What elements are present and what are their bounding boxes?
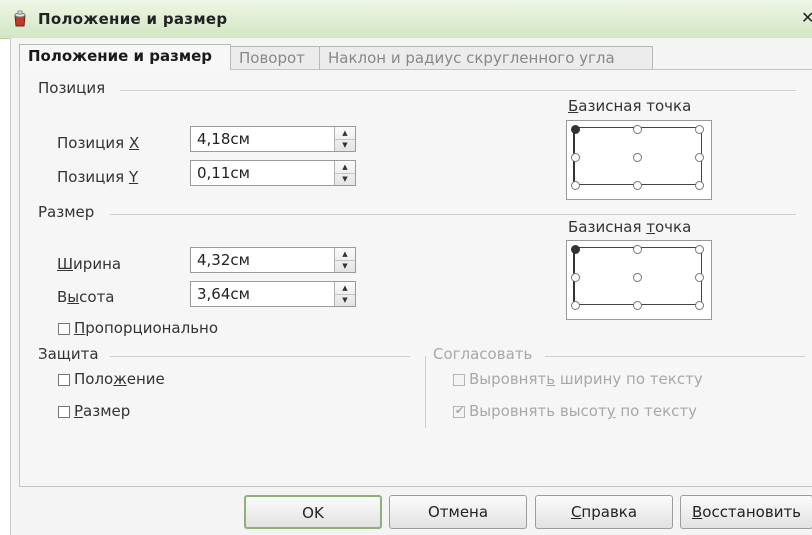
point-bottom-left-radio[interactable] [571,181,580,190]
protect-size-label[interactable]: Размер [74,402,130,420]
point-top-left-radio[interactable] [571,125,580,134]
point-bottom-right-radio[interactable] [695,301,704,310]
point-middle-left-radio[interactable] [571,153,580,162]
tab-rotation[interactable]: Поворот [230,46,320,69]
width-label: Ширина [57,255,122,273]
tab-slant-corner[interactable]: Наклон и радиус скругленного угла [319,46,653,69]
position-y-value: 0,11см [197,164,250,182]
point-bottom-right-radio[interactable] [695,181,704,190]
spinner-buttons: ▲ ▼ [334,127,355,151]
position-section-title: Позиция [38,79,106,97]
reset-button[interactable]: Восстановить [680,495,812,529]
spinner-buttons: ▲ ▼ [334,248,355,272]
title-bar: Положение и размер ✕ [0,0,812,39]
position-x-value: 4,18см [197,130,250,148]
width-value: 4,32см [197,251,250,269]
protect-size-checkbox[interactable] [58,406,70,418]
checkmark-icon: ✔ [455,404,465,417]
divider [110,356,410,357]
window-title: Положение и размер [38,10,228,28]
base-point-label: Базисная точка [568,97,692,115]
height-label: Высота [57,288,115,306]
tab-panel: Позиция Позиция X 4,18см ▲ ▼ Позиция Y 0… [19,69,812,487]
point-middle-right-radio[interactable] [695,273,704,282]
tab-position-size[interactable]: Положение и размер [19,44,231,70]
point-center-radio[interactable] [633,153,642,162]
point-top-right-radio[interactable] [695,125,704,134]
fit-height-label[interactable]: Выровнять высоту по тексту [469,402,697,420]
app-icon [14,10,26,27]
height-value: 3,64см [197,285,250,303]
point-center-radio[interactable] [633,273,642,282]
section-separator [425,356,426,428]
fit-width-checkbox[interactable] [453,374,465,386]
spin-down-icon[interactable]: ▼ [335,139,355,151]
ok-button[interactable]: OK [244,495,382,529]
size-section-title: Размер [38,203,95,221]
point-bottom-center-radio[interactable] [633,181,642,190]
position-y-label: Позиция Y [57,168,139,186]
point-top-center-radio[interactable] [633,245,642,254]
help-button[interactable]: Справка [535,495,673,529]
protect-position-checkbox[interactable] [58,374,70,386]
height-spinner[interactable]: 3,64см ▲ ▼ [190,281,356,307]
width-spinner[interactable]: 4,32см ▲ ▼ [190,247,356,273]
position-x-label: Позиция X [57,134,140,152]
base-point-selector[interactable] [566,120,712,200]
point-middle-left-radio[interactable] [571,273,580,282]
dialog: Положение и размер Поворот Наклон и ради… [10,38,812,535]
spinner-buttons: ▲ ▼ [334,161,355,185]
protect-section-title: Защита [38,345,99,363]
divider [120,90,796,91]
position-x-spinner[interactable]: 4,18см ▲ ▼ [190,126,356,152]
spinner-buttons: ▲ ▼ [334,282,355,306]
spin-down-icon[interactable]: ▼ [335,260,355,272]
point-middle-right-radio[interactable] [695,153,704,162]
size-base-point-selector[interactable] [566,240,712,320]
spin-down-icon[interactable]: ▼ [335,294,355,306]
cancel-button[interactable]: Отмена [389,495,527,529]
divider [545,356,805,357]
close-icon[interactable]: ✕ [801,8,812,27]
point-bottom-left-radio[interactable] [571,301,580,310]
position-y-spinner[interactable]: 0,11см ▲ ▼ [190,160,356,186]
protect-position-label[interactable]: Положение [74,370,165,388]
point-top-left-radio[interactable] [571,245,580,254]
fit-height-checkbox[interactable]: ✔ [453,404,465,418]
keep-ratio-checkbox[interactable] [58,323,70,335]
divider [110,214,796,215]
fit-width-label[interactable]: Выровнять ширину по тексту [469,370,703,388]
point-top-center-radio[interactable] [633,125,642,134]
keep-ratio-label[interactable]: Пропорционально [74,319,218,337]
base-point-label: Базисная точка [568,218,692,236]
point-top-right-radio[interactable] [695,245,704,254]
adapt-section-title: Согласовать [433,345,533,363]
spin-down-icon[interactable]: ▼ [335,173,355,185]
point-bottom-center-radio[interactable] [633,301,642,310]
